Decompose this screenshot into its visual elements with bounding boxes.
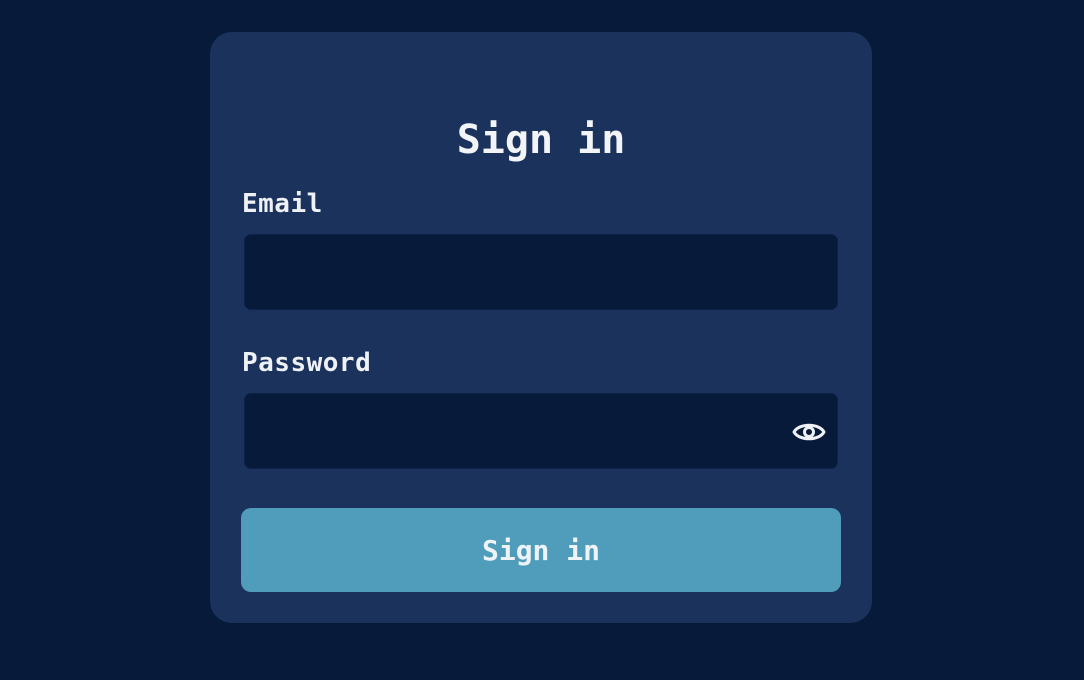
email-field[interactable] [245,235,837,309]
email-field-container [244,234,838,310]
sign-in-card: Sign in Email Password Sign in [210,32,872,623]
sign-in-button[interactable]: Sign in [241,508,841,592]
password-field[interactable] [245,394,837,468]
page-title: Sign in [456,117,626,163]
eye-icon-graphic [792,423,826,441]
password-field-container [244,393,838,469]
password-label: Password [242,348,372,378]
eye-icon[interactable] [789,412,829,452]
email-label: Email [242,189,323,219]
